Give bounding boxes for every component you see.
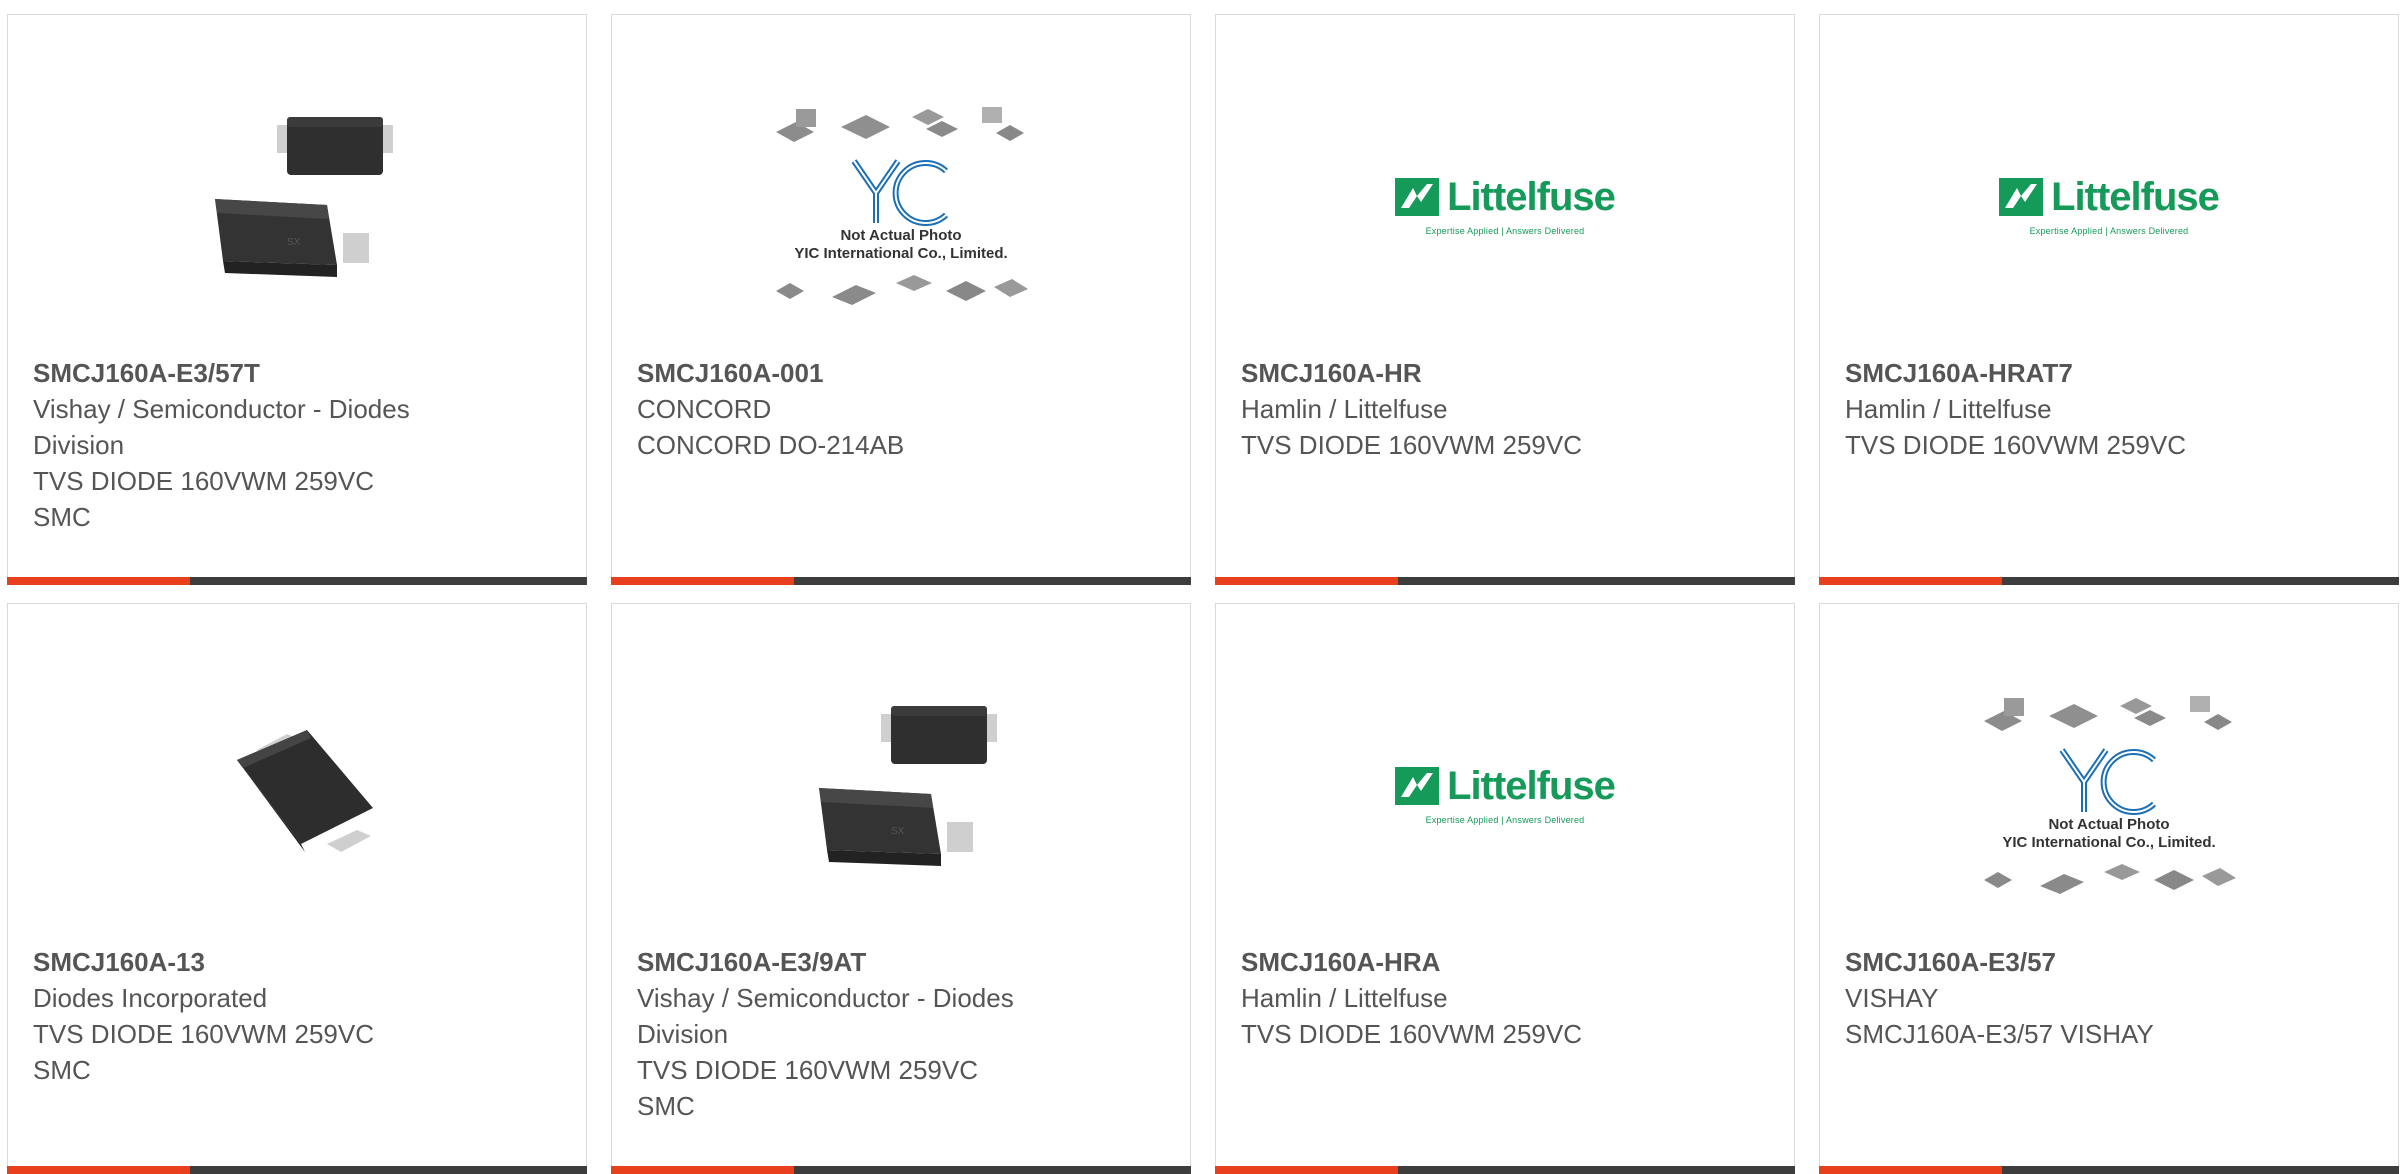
product-card[interactable]: Littelfuse Expertise Applied | Answers D… bbox=[1215, 603, 1795, 1174]
product-image[interactable]: Not Actual Photo YIC International Co., … bbox=[612, 45, 1190, 365]
product-card[interactable]: Littelfuse Expertise Applied | Answers D… bbox=[1819, 14, 2399, 585]
smc-diode-pair-icon: SX bbox=[215, 117, 393, 277]
product-image[interactable]: Not Actual Photo YIC International Co., … bbox=[1820, 634, 2398, 954]
littelfuse-logo-icon: Littelfuse Expertise Applied | Answers D… bbox=[1999, 175, 2220, 236]
description: TVS DIODE 160VWM 259VC bbox=[1241, 430, 1582, 460]
product-card[interactable]: Not Actual Photo YIC International Co., … bbox=[611, 14, 1191, 585]
product-info: SMCJ160A-13 Diodes Incorporated TVS DIOD… bbox=[33, 944, 566, 1088]
description: TVS DIODE 160VWM 259VC bbox=[1241, 1019, 1582, 1049]
card-bottom-bar bbox=[7, 1166, 587, 1174]
part-number-link[interactable]: SMCJ160A-HRA bbox=[1241, 944, 1774, 980]
product-info: SMCJ160A-E3/57 VISHAY SMCJ160A-E3/57 VIS… bbox=[1845, 944, 2378, 1052]
product-info: SMCJ160A-001 CONCORD CONCORD DO-214AB bbox=[637, 355, 1170, 463]
card-bottom-bar bbox=[1819, 577, 2399, 585]
product-info: SMCJ160A-E3/9AT Vishay / Semiconductor -… bbox=[637, 944, 1170, 1124]
smc-diode-pair-icon: SX bbox=[819, 706, 997, 866]
product-image[interactable]: Littelfuse Expertise Applied | Answers D… bbox=[1216, 634, 1794, 954]
product-grid: SX SMCJ160A-E3/57T Vishay / Semiconducto… bbox=[0, 0, 2400, 1174]
manufacturer: Hamlin / Littelfuse bbox=[1241, 394, 1448, 424]
product-card[interactable]: SX SMCJ160A-E3/9AT Vishay / Semiconducto… bbox=[611, 603, 1191, 1174]
product-card[interactable]: Littelfuse Expertise Applied | Answers D… bbox=[1215, 14, 1795, 585]
product-info: SMCJ160A-HRA Hamlin / Littelfuse TVS DIO… bbox=[1241, 944, 1774, 1052]
product-card[interactable]: SX SMCJ160A-E3/57T Vishay / Semiconducto… bbox=[7, 14, 587, 585]
yic-placeholder-icon: Not Actual Photo YIC International Co., … bbox=[766, 97, 1036, 313]
part-number-link[interactable]: SMCJ160A-E3/9AT bbox=[637, 944, 1170, 980]
description: TVS DIODE 160VWM 259VC bbox=[1845, 430, 2186, 460]
placeholder-caption: Not Actual Photo YIC International Co., … bbox=[794, 227, 1008, 262]
product-info: SMCJ160A-HR Hamlin / Littelfuse TVS DIOD… bbox=[1241, 355, 1774, 463]
card-accent-bar bbox=[611, 1166, 794, 1174]
product-info: SMCJ160A-HRAT7 Hamlin / Littelfuse TVS D… bbox=[1845, 355, 2378, 463]
package: SMC bbox=[33, 502, 91, 532]
placeholder-caption: Not Actual Photo YIC International Co., … bbox=[2002, 816, 2216, 851]
description: CONCORD DO-214AB bbox=[637, 430, 905, 460]
manufacturer: Vishay / Semiconductor - Diodes Division bbox=[637, 983, 1014, 1049]
card-accent-bar bbox=[1215, 1166, 1398, 1174]
package: SMC bbox=[637, 1091, 695, 1121]
card-accent-bar bbox=[7, 577, 190, 585]
card-accent-bar bbox=[7, 1166, 190, 1174]
svg-text:SX: SX bbox=[891, 826, 905, 837]
part-number-link[interactable]: SMCJ160A-001 bbox=[637, 355, 1170, 391]
product-image[interactable]: SX bbox=[612, 634, 1190, 954]
description: TVS DIODE 160VWM 259VC bbox=[33, 466, 374, 496]
card-accent-bar bbox=[1819, 577, 2002, 585]
product-info: SMCJ160A-E3/57T Vishay / Semiconductor -… bbox=[33, 355, 566, 535]
product-image[interactable]: Littelfuse Expertise Applied | Answers D… bbox=[1820, 45, 2398, 365]
manufacturer: VISHAY bbox=[1845, 983, 1939, 1013]
card-bottom-bar bbox=[1215, 1166, 1795, 1174]
manufacturer: Vishay / Semiconductor - Diodes Division bbox=[33, 394, 410, 460]
svg-text:SX: SX bbox=[287, 237, 301, 248]
littelfuse-logo-icon: Littelfuse Expertise Applied | Answers D… bbox=[1395, 764, 1616, 825]
card-bottom-bar bbox=[1819, 1166, 2399, 1174]
description: TVS DIODE 160VWM 259VC bbox=[637, 1055, 978, 1085]
yic-placeholder-icon: Not Actual Photo YIC International Co., … bbox=[1974, 686, 2244, 902]
description: SMCJ160A-E3/57 VISHAY bbox=[1845, 1019, 2154, 1049]
card-bottom-bar bbox=[7, 577, 587, 585]
card-bottom-bar bbox=[1215, 577, 1795, 585]
part-number-link[interactable]: SMCJ160A-E3/57T bbox=[33, 355, 566, 391]
card-accent-bar bbox=[611, 577, 794, 585]
product-image[interactable] bbox=[8, 634, 586, 954]
card-bottom-bar bbox=[611, 1166, 1191, 1174]
manufacturer: Hamlin / Littelfuse bbox=[1241, 983, 1448, 1013]
card-bottom-bar bbox=[611, 577, 1191, 585]
part-number-link[interactable]: SMCJ160A-E3/57 bbox=[1845, 944, 2378, 980]
product-image[interactable]: Littelfuse Expertise Applied | Answers D… bbox=[1216, 45, 1794, 365]
card-accent-bar bbox=[1819, 1166, 2002, 1174]
card-accent-bar bbox=[1215, 577, 1398, 585]
product-card[interactable]: SMCJ160A-13 Diodes Incorporated TVS DIOD… bbox=[7, 603, 587, 1174]
smc-diode-single-icon bbox=[237, 730, 373, 852]
manufacturer: CONCORD bbox=[637, 394, 772, 424]
manufacturer: Diodes Incorporated bbox=[33, 983, 268, 1013]
part-number-link[interactable]: SMCJ160A-HRAT7 bbox=[1845, 355, 2378, 391]
part-number-link[interactable]: SMCJ160A-HR bbox=[1241, 355, 1774, 391]
manufacturer: Hamlin / Littelfuse bbox=[1845, 394, 2052, 424]
package: SMC bbox=[33, 1055, 91, 1085]
product-image[interactable]: SX bbox=[8, 45, 586, 365]
littelfuse-logo-icon: Littelfuse Expertise Applied | Answers D… bbox=[1395, 175, 1616, 236]
description: TVS DIODE 160VWM 259VC bbox=[33, 1019, 374, 1049]
part-number-link[interactable]: SMCJ160A-13 bbox=[33, 944, 566, 980]
product-card[interactable]: Not Actual Photo YIC International Co., … bbox=[1819, 603, 2399, 1174]
